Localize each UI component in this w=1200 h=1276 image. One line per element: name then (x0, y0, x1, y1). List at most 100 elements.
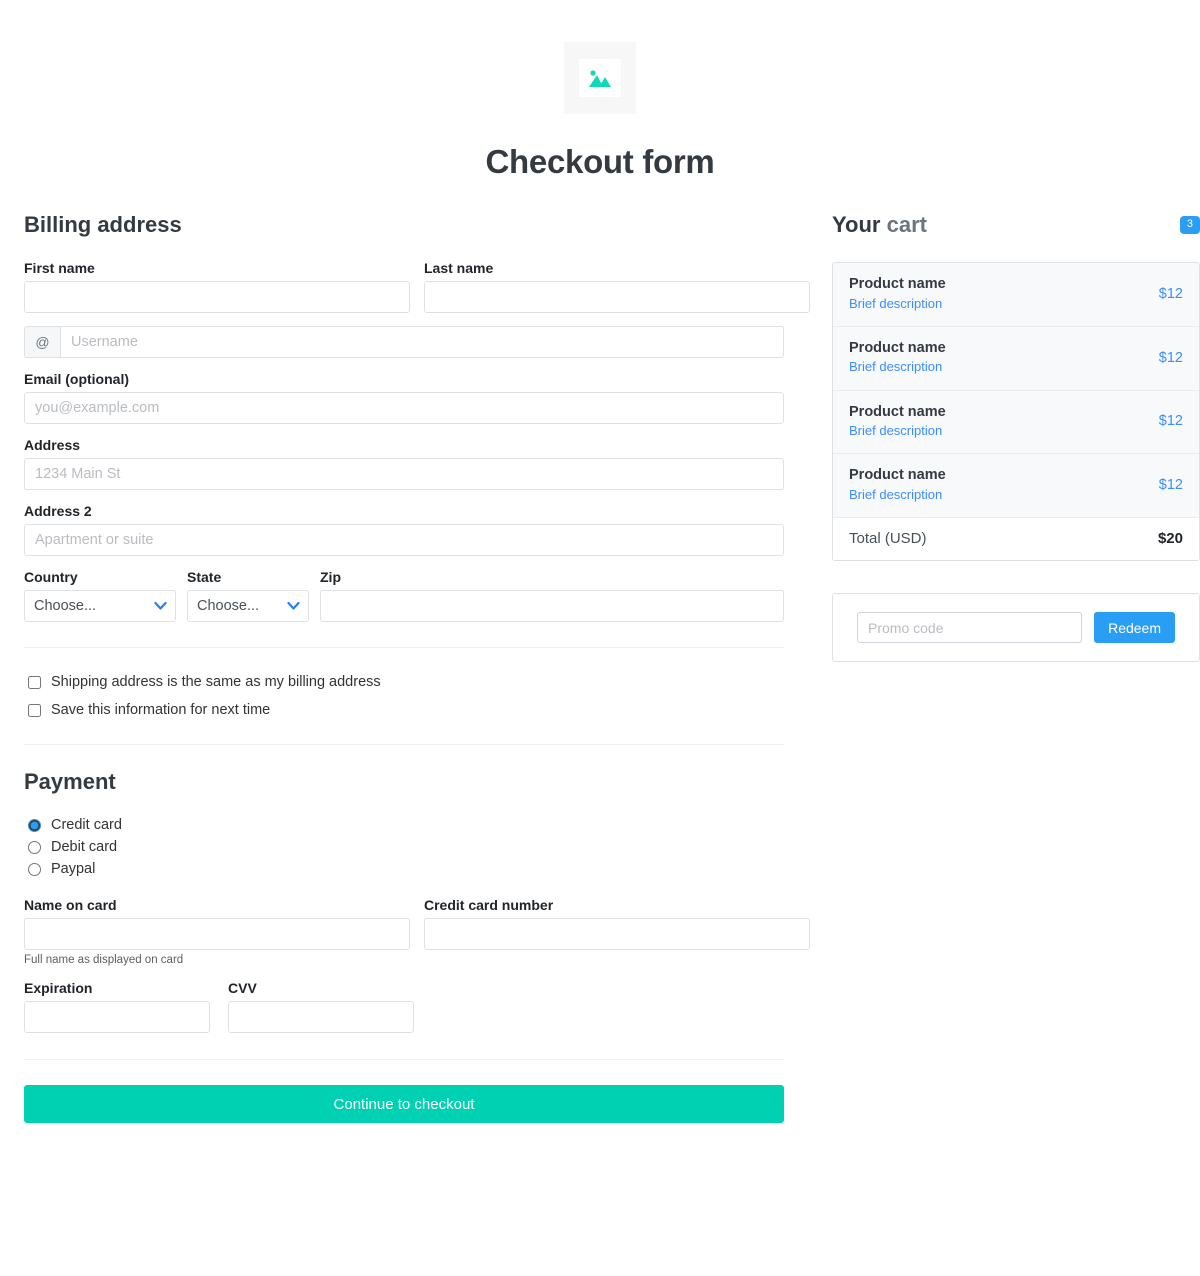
credit-card-label[interactable]: Credit card (51, 817, 122, 833)
state-select[interactable]: Choose... (187, 590, 309, 622)
username-input[interactable] (60, 326, 784, 358)
page-header: Checkout form (0, 0, 1200, 181)
cvv-field: CVV (228, 980, 414, 1033)
zip-input[interactable] (320, 590, 784, 622)
redeem-button[interactable]: Redeem (1094, 612, 1175, 643)
debit-card-label[interactable]: Debit card (51, 839, 117, 855)
address-field: Address (24, 437, 784, 490)
logo-placeholder (564, 42, 636, 114)
cart-item: Product name Brief description $12 (833, 390, 1199, 455)
cvv-label: CVV (228, 980, 257, 996)
cart-item-name: Product name (849, 276, 946, 292)
cart-item: Product name Brief description $12 (833, 326, 1199, 391)
address-label: Address (24, 437, 81, 453)
cart-title-muted: cart (886, 212, 927, 237)
divider-billing (24, 647, 784, 648)
page-title: Checkout form (485, 143, 715, 180)
credit-card-number-field: Credit card number (424, 897, 810, 966)
debit-card-radio[interactable] (28, 840, 41, 854)
payment-method-credit-card[interactable]: Credit card (24, 817, 784, 833)
cart-item-price: $12 (1158, 349, 1183, 366)
email-input[interactable] (24, 392, 784, 424)
country-select[interactable]: Choose... (24, 590, 176, 622)
first-name-label: First name (24, 260, 95, 276)
zip-field: Zip (320, 569, 784, 622)
billing-address-heading: Billing address (24, 212, 182, 237)
state-label: State (187, 569, 222, 585)
name-on-card-input[interactable] (24, 918, 410, 950)
credit-card-number-input[interactable] (424, 918, 810, 950)
cart-item-text: Product name Brief description (849, 339, 946, 377)
cart-item-text: Product name Brief description (849, 466, 946, 504)
address2-field: Address 2 (24, 503, 784, 556)
cvv-input[interactable] (228, 1001, 414, 1033)
divider-payment (24, 744, 784, 745)
image-placeholder-icon (579, 59, 621, 97)
credit-card-radio[interactable] (28, 818, 41, 832)
shipping-same-label[interactable]: Shipping address is the same as my billi… (51, 674, 381, 690)
save-info-checkbox[interactable] (28, 703, 41, 717)
last-name-field: Last name (424, 260, 810, 313)
cart-item-description: Brief description (849, 486, 943, 502)
promo-code-card: Redeem (832, 593, 1200, 662)
save-info-checkbox-row[interactable]: Save this information for next time (24, 702, 784, 718)
at-symbol-icon: @ (24, 326, 60, 358)
cart-header: Your cart 3 (832, 212, 1200, 238)
country-field: Country Choose... (24, 569, 176, 622)
name-on-card-label: Name on card (24, 897, 117, 913)
expiration-input[interactable] (24, 1001, 210, 1033)
cart-title-main: Your (832, 212, 881, 237)
first-name-field: First name (24, 260, 410, 313)
cart-item-price: $12 (1158, 285, 1183, 302)
payment-method-paypal[interactable]: Paypal (24, 861, 784, 877)
cart-count-badge: 3 (1179, 216, 1200, 234)
promo-code-input[interactable] (857, 612, 1083, 643)
divider-submit (24, 1059, 784, 1060)
shipping-same-checkbox-row[interactable]: Shipping address is the same as my billi… (24, 674, 784, 690)
cart-item-name: Product name (849, 339, 946, 356)
cart-item-price: $12 (1158, 477, 1183, 494)
paypal-radio[interactable] (28, 862, 41, 876)
first-name-input[interactable] (24, 281, 410, 313)
save-info-label[interactable]: Save this information for next time (51, 702, 270, 718)
name-on-card-field: Name on card Full name as displayed on c… (24, 897, 410, 966)
last-name-input[interactable] (424, 281, 810, 313)
column-gap (410, 897, 424, 966)
continue-to-checkout-button[interactable]: Continue to checkout (24, 1085, 784, 1123)
checkout-page: Checkout form Billing address First name… (0, 0, 1200, 1276)
last-name-label: Last name (424, 260, 494, 276)
expiration-label: Expiration (24, 980, 93, 996)
column-gap (410, 260, 424, 313)
cart-total-label: Total (USD) (849, 530, 927, 547)
shipping-same-checkbox[interactable] (28, 675, 41, 689)
payment-method-debit-card[interactable]: Debit card (24, 839, 784, 855)
paypal-label[interactable]: Paypal (51, 861, 95, 877)
cart-item-description: Brief description (849, 423, 943, 439)
cart-item: Product name Brief description $12 (833, 454, 1199, 518)
username-field: @ (24, 326, 784, 358)
state-field: State Choose... (187, 569, 309, 622)
country-label: Country (24, 569, 78, 585)
cart-item-text: Product name Brief description (849, 275, 946, 313)
expiration-field: Expiration (24, 980, 210, 1033)
cart-item-description: Brief description (849, 359, 943, 375)
payment-heading: Payment (24, 769, 116, 794)
name-on-card-help: Full name as displayed on card (24, 954, 184, 966)
cart-items-list: Product name Brief description $12 Produ… (832, 262, 1200, 561)
cart-item-price: $12 (1158, 413, 1183, 430)
address2-label: Address 2 (24, 503, 92, 519)
email-label: Email (optional) (24, 371, 129, 387)
cart-item-description: Brief description (849, 295, 943, 311)
credit-card-number-label: Credit card number (424, 897, 554, 913)
email-field: Email (optional) (24, 371, 784, 424)
cart-item-text: Product name Brief description (849, 403, 946, 441)
zip-label: Zip (320, 569, 341, 585)
address-input[interactable] (24, 458, 784, 490)
address2-input[interactable] (24, 524, 784, 556)
cart-title: Your cart (832, 212, 927, 238)
cart-item-name: Product name (849, 467, 946, 484)
cart-total-value: $20 (1157, 530, 1183, 547)
cart-total-row: Total (USD) $20 (833, 518, 1199, 560)
cart-item-name: Product name (849, 403, 946, 420)
cart-item: Product name Brief description $12 (833, 263, 1199, 327)
